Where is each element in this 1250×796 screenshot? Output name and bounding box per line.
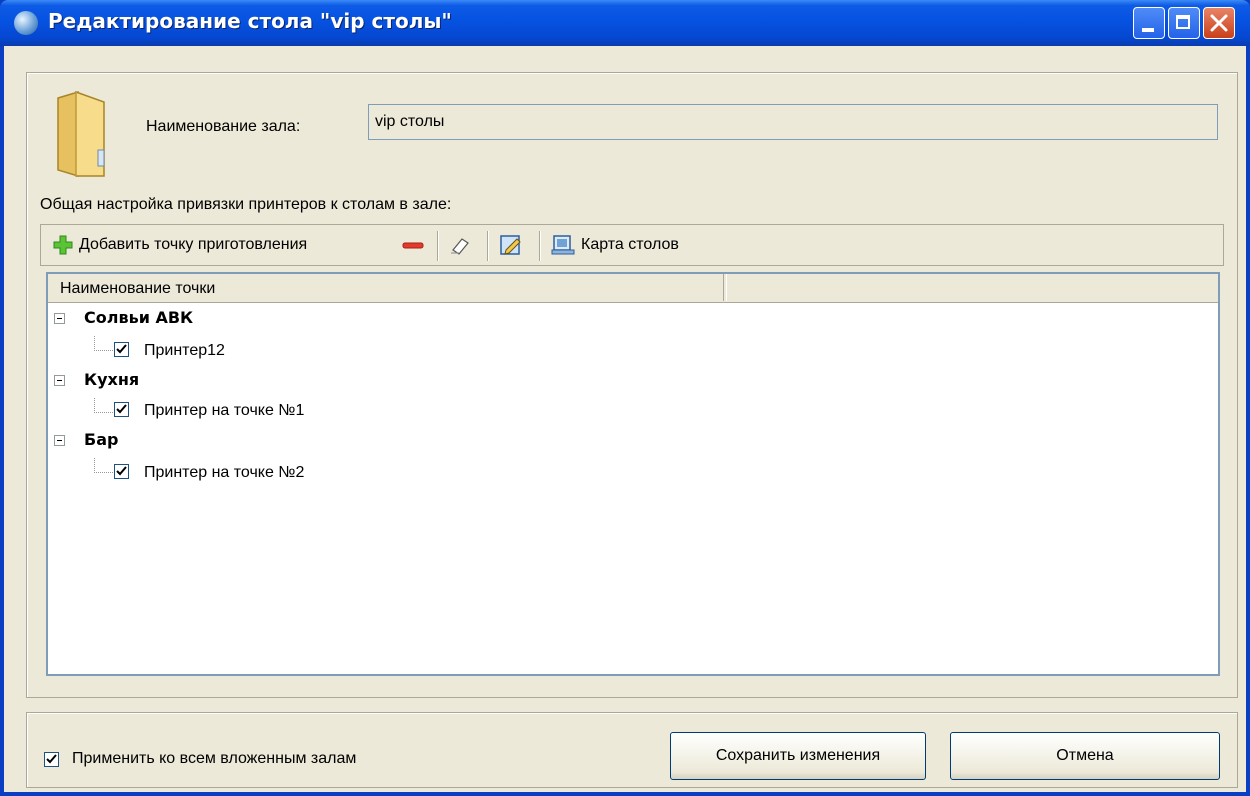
check-icon [116, 404, 127, 414]
printer-checkbox[interactable] [114, 464, 129, 479]
window-title: Редактирование стола "vip столы" [48, 9, 452, 33]
plus-icon [53, 235, 73, 255]
printer-checkbox[interactable] [114, 402, 129, 417]
printer-label[interactable]: Принтер на точке №2 [144, 464, 304, 482]
printer-label[interactable]: Принтер на точке №1 [144, 402, 304, 420]
maximize-icon [1176, 15, 1190, 29]
tree-group-name[interactable]: Солвьи АВК [84, 308, 193, 327]
printer-checkbox[interactable] [114, 342, 129, 357]
apply-nested-checkbox[interactable] [44, 752, 59, 767]
edit-icon [500, 235, 521, 255]
tree-header: Наименование точки [48, 274, 1218, 303]
cancel-button[interactable]: Отмена [950, 732, 1220, 780]
maximize-button[interactable] [1168, 7, 1200, 39]
toolbar-separator [437, 231, 438, 261]
collapse-toggle[interactable] [54, 375, 65, 386]
add-point-label: Добавить точку приготовления [79, 236, 308, 253]
table-map-label: Карта столов [581, 236, 679, 253]
table-map-button[interactable]: Карта столов [551, 225, 679, 265]
check-icon [116, 466, 127, 476]
table-map-icon [551, 235, 575, 255]
points-tree[interactable]: Наименование точки Солвьи АВК Принтер12 … [46, 272, 1220, 676]
close-icon [1210, 14, 1228, 32]
eraser-icon [451, 238, 469, 255]
minimize-icon [1142, 28, 1154, 32]
tree-connector [94, 458, 113, 473]
title-bar[interactable]: Редактирование стола "vip столы" [0, 0, 1250, 46]
collapse-toggle[interactable] [54, 313, 65, 324]
hall-name-field[interactable]: vip столы [368, 104, 1218, 140]
remove-point-button[interactable] [401, 225, 425, 265]
dialog-window: Редактирование стола "vip столы" Наимено… [0, 0, 1250, 796]
collapse-toggle[interactable] [54, 435, 65, 446]
minus-icon [402, 242, 424, 249]
printer-binding-label: Общая настройка привязки принтеров к сто… [40, 196, 452, 213]
toolbar-separator [539, 231, 540, 261]
edit-button[interactable] [499, 225, 523, 265]
printer-label[interactable]: Принтер12 [144, 342, 225, 360]
hall-name-label: Наименование зала: [146, 118, 301, 135]
tree-group-name[interactable]: Бар [84, 430, 118, 449]
clear-button[interactable] [449, 225, 471, 265]
add-point-button[interactable]: Добавить точку приготовления [53, 225, 307, 265]
apply-nested-label[interactable]: Применить ко всем вложенным залам [72, 750, 356, 768]
column-header-point-name[interactable]: Наименование точки [48, 274, 724, 301]
toolbar-separator [487, 231, 488, 261]
tree-connector [94, 336, 113, 351]
save-button[interactable]: Сохранить изменения [670, 732, 926, 780]
folder-icon [57, 90, 105, 178]
tree-group-name[interactable]: Кухня [84, 370, 139, 389]
tree-connector [94, 398, 113, 413]
column-header-empty[interactable] [726, 274, 1218, 301]
globe-icon [14, 11, 38, 35]
points-toolbar: Добавить точку приготовления Карта столо… [40, 224, 1224, 266]
minimize-button[interactable] [1133, 7, 1165, 39]
check-icon [46, 754, 57, 764]
check-icon [116, 344, 127, 354]
close-button[interactable] [1203, 7, 1235, 39]
